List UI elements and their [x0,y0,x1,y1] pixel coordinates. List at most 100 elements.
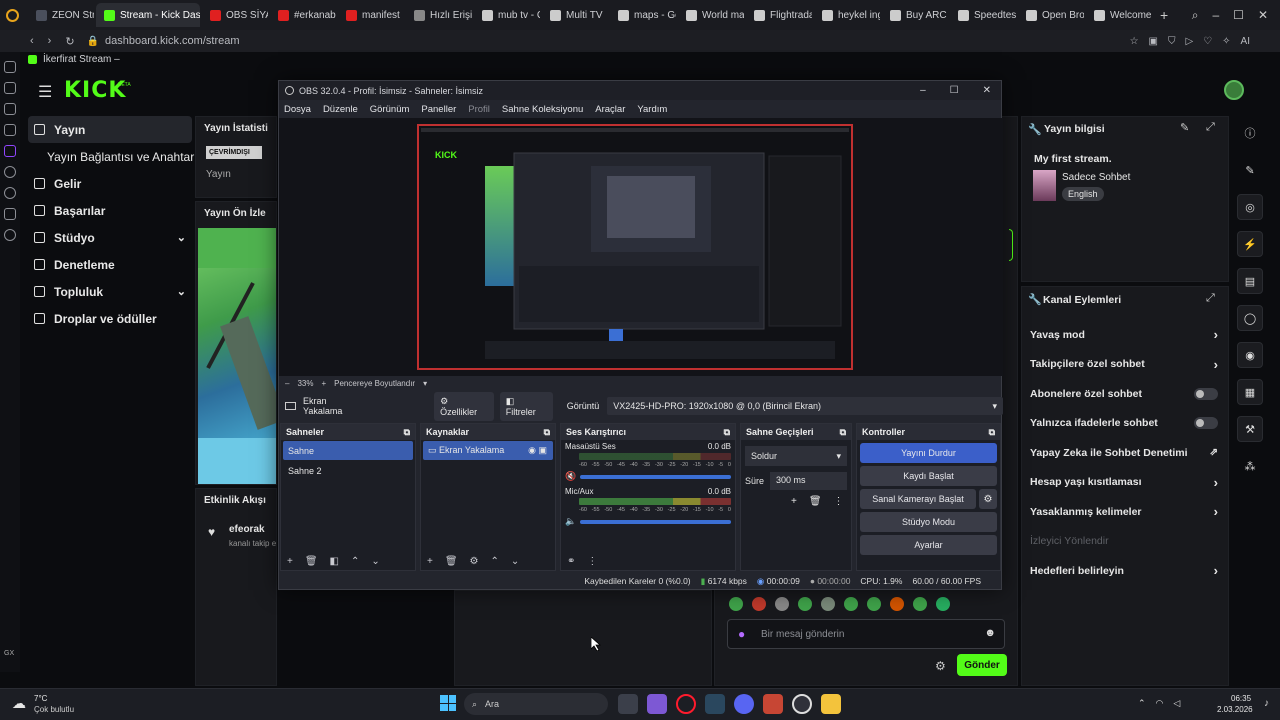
clock-date[interactable]: 2.03.2026 [1217,705,1253,714]
back-icon[interactable]: ‹ [30,35,34,47]
channel-action-item[interactable]: Hedefleri belirleyin › [1022,556,1228,586]
chat-input[interactable]: ● Bir mesaj gönderin ☻ [727,619,1005,649]
emoji-icon[interactable]: ☻ [984,627,996,639]
emote-icon[interactable] [867,597,881,611]
sidebar-item[interactable]: Yayın Bağlantısı ve Anahtarı [28,143,198,170]
browser-tab[interactable]: #erkanab [270,3,336,27]
channel-action-item[interactable]: Yalnızca ifadelerle sohbet [1022,409,1228,439]
obs-menu-item[interactable]: Araçlar [595,104,625,115]
obs-menu-item[interactable]: Yardım [637,104,667,115]
weather-icon[interactable]: ☁ [12,695,26,712]
forward-icon[interactable]: › [48,35,52,47]
browser-tab[interactable]: Speedtest [950,3,1016,27]
add-transition-icon[interactable]: + [791,496,797,507]
browser-tab[interactable]: ZEON Stre [28,3,94,27]
dock-popout-icon[interactable]: ⧉ [404,427,410,438]
filters-button[interactable]: ◧ Filtreler [499,391,553,421]
link-icon[interactable]: ⚭ [567,556,575,567]
channel-action-item[interactable]: Takipçilere özel sohbet › [1022,350,1228,380]
chevron-up-icon[interactable]: ⌃ [1138,698,1146,709]
settings-button[interactable]: Ayarlar [860,535,997,555]
new-tab-icon[interactable]: + [1160,7,1168,23]
channel-action-item[interactable]: İzleyici Yönlendir [1022,527,1228,557]
sidebar-item[interactable]: Stüdyo ⌄ [28,224,192,251]
obs-menu-item[interactable]: Sahne Koleksiyonu [502,104,583,115]
zoom-out-icon[interactable]: – [285,379,289,388]
more-icon[interactable]: ⋮ [587,556,597,567]
move-up-icon[interactable]: ⌃ [491,556,499,567]
broadcast-icon[interactable]: ◉ [1237,342,1263,368]
extensions-icon[interactable]: ✧ [1222,36,1230,47]
category-name[interactable]: Sadece Sohbet [1062,172,1130,183]
emote-icon[interactable] [844,597,858,611]
steam-icon[interactable] [705,694,725,714]
muted-speaker-icon[interactable]: 🔇 [565,471,576,482]
notifications-icon[interactable]: ♪ [1264,698,1269,709]
maximize-icon[interactable]: ☐ [1233,8,1244,23]
speaker-icon[interactable]: 🔈 [565,516,576,527]
browser-tab[interactable]: heykel ing [814,3,880,27]
camera-icon[interactable]: ▣ [1149,36,1158,47]
channel-action-item[interactable]: Yavaş mod › [1022,320,1228,350]
sidebar-item[interactable]: Denetleme [28,251,192,278]
emote-icon[interactable] [729,597,743,611]
file-explorer-icon[interactable] [821,694,841,714]
properties-button[interactable]: ⚙ Özellikler [434,391,494,421]
zoom-dropdown-icon[interactable]: ▾ [423,379,427,388]
play-icon[interactable]: ▷ [1185,36,1193,47]
search-tabs-icon[interactable]: ⌕ [1192,8,1199,23]
sidebar-item[interactable]: Gelir [28,170,192,197]
source-item[interactable]: ▭ Ekran Yakalama ◉ ▣ [423,441,553,460]
popout-icon[interactable]: ⤢ [1206,121,1215,134]
obs-menu-item[interactable]: Düzenle [323,104,358,115]
add-scene-icon[interactable]: + [287,556,293,567]
duration-input[interactable]: 300 ms [770,472,847,490]
browser-tab[interactable]: Hızlı Erişim [406,3,472,27]
layout-icon[interactable]: ▦ [1237,379,1263,405]
channel-action-item[interactable]: Abonelere özel sohbet [1022,379,1228,409]
shield-icon[interactable]: ⛉ [1168,36,1176,47]
twitch-icon[interactable] [4,145,16,157]
move-down-icon[interactable]: ⌄ [511,556,519,567]
browser-tab[interactable]: World ma [678,3,744,27]
browser-tab[interactable]: Welcome [1086,3,1152,27]
obs-maximize-icon[interactable]: ☐ [950,85,959,96]
emote-icon[interactable] [936,597,950,611]
obs-menu-item[interactable]: Görünüm [370,104,410,115]
wifi-icon[interactable]: ◠ [1156,698,1164,709]
dock-popout-icon[interactable]: ⧉ [724,427,730,438]
studio-mode-button[interactable]: Stüdyo Modu [860,512,997,532]
wrench-icon[interactable]: ⚒ [1237,416,1263,442]
browser-tab[interactable]: Buy ARC F [882,3,948,27]
opera-logo-icon[interactable] [0,8,24,22]
gear-icon[interactable]: ⚙ [979,489,997,509]
ai-button[interactable]: AI [1241,36,1250,47]
browser-tab[interactable]: mub tv - C [474,3,540,27]
sidebar-item[interactable]: Yayın [28,116,192,143]
info-icon[interactable]: ⓘ [1237,120,1263,146]
close-icon[interactable]: ✕ [1258,8,1268,23]
emote-icon[interactable] [798,597,812,611]
obs-preview[interactable]: KICK [279,118,1003,376]
bookmark-icon[interactable]: ☆ [1130,36,1139,47]
more-icon[interactable]: ⋮ [834,496,844,507]
whatsapp-icon[interactable] [4,103,16,115]
scene-item[interactable]: Sahne 2 [283,461,413,480]
channel-action-item[interactable]: Yapay Zeka ile Sohbet Denetimi ⇗ [1022,438,1228,468]
nodes-icon[interactable]: ⁂ [1237,453,1263,479]
channel-action-item[interactable]: Hesap yaşı kısıtlaması › [1022,468,1228,498]
menu-icon[interactable]: ☰ [38,82,52,102]
activity-user[interactable]: efeorak [229,524,265,535]
browser-tab[interactable]: Multi TV [542,3,608,27]
pen-icon[interactable]: ✎ [1237,157,1263,183]
extensions-rail-icon[interactable] [4,208,16,220]
music-icon[interactable] [4,124,16,136]
clipboard-icon[interactable]: ▤ [1237,268,1263,294]
visibility-icon[interactable]: ◉ [528,445,536,455]
volume-slider[interactable] [580,519,731,524]
browser-tab[interactable]: Open Broa [1018,3,1084,27]
history-icon[interactable] [4,187,16,199]
clock-time[interactable]: 06:35 [1231,694,1251,703]
minimize-icon[interactable]: – [1212,8,1219,23]
flow-icon[interactable] [4,82,16,94]
